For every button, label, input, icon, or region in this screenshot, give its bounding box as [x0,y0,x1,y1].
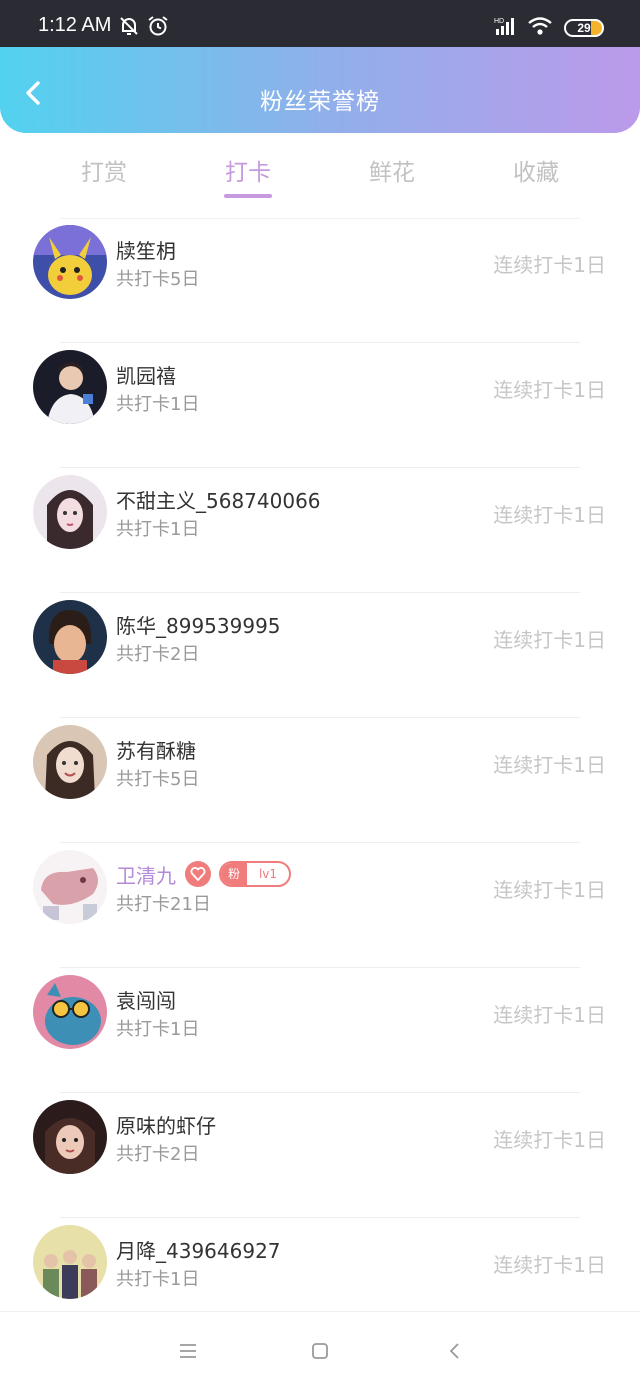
fan-list: 牍笙枂 共打卡5日 连续打卡1日 凯园禧 共打卡1日 连续打卡1日 不甜主义_5… [0,218,640,1343]
total-checkins: 共打卡5日 [116,269,200,290]
svg-text:HD: HD [494,18,504,25]
bell-off-icon [120,17,138,35]
list-item[interactable]: 牍笙枂 共打卡5日 连续打卡1日 [0,218,640,343]
streak-checkins: 连续打卡1日 [493,753,606,777]
alarm-icon [148,16,168,36]
fan-name: 月降_439646927 [116,1238,281,1263]
fan-name: 凯园禧 [116,363,176,388]
back-icon[interactable] [440,1336,470,1366]
streak-checkins: 连续打卡1日 [493,253,606,277]
tab-favorites[interactable]: 收藏 [476,153,596,187]
list-item[interactable]: 卫清九 粉 lv1 共打卡21日 连续打卡1日 [0,843,640,968]
tab-reward[interactable]: 打赏 [44,153,164,187]
avatar[interactable] [33,600,107,674]
avatar[interactable] [33,1225,107,1299]
fan-name: 牍笙枂 [116,238,176,263]
tab-bar: 打赏 打卡 鲜花 收藏 [0,133,640,213]
list-item[interactable]: 凯园禧 共打卡1日 连续打卡1日 [0,343,640,468]
list-item[interactable]: 苏有酥糖 共打卡5日 连续打卡1日 [0,718,640,843]
fan-name: 袁闯闯 [116,988,176,1013]
streak-checkins: 连续打卡1日 [493,628,606,652]
tab-checkin[interactable]: 打卡 [188,153,308,187]
fan-name: 陈华_899539995 [116,613,281,638]
total-checkins: 共打卡21日 [116,894,211,915]
streak-checkins: 连续打卡1日 [493,878,606,902]
total-checkins: 共打卡2日 [116,1144,200,1165]
total-checkins: 共打卡1日 [116,394,200,415]
list-item[interactable]: 陈华_899539995 共打卡2日 连续打卡1日 [0,593,640,718]
wifi-icon [528,17,552,35]
streak-checkins: 连续打卡1日 [493,1128,606,1152]
avatar[interactable] [33,475,107,549]
avatar[interactable] [33,850,107,924]
total-checkins: 共打卡1日 [116,519,200,540]
page-title: 粉丝荣誉榜 [260,89,380,115]
avatar[interactable] [33,1100,107,1174]
fan-badge-label: 粉 [221,863,247,885]
home-icon[interactable] [305,1336,335,1366]
fan-name: 不甜主义_568740066 [116,488,321,513]
total-checkins: 共打卡5日 [116,769,200,790]
fan-name: 原味的虾仔 [116,1113,216,1138]
header-bar: 粉丝荣誉榜 [0,47,640,133]
list-item[interactable]: 袁闯闯 共打卡1日 连续打卡1日 [0,968,640,1093]
tab-flowers[interactable]: 鲜花 [332,153,452,187]
system-nav-bar [0,1311,640,1387]
total-checkins: 共打卡1日 [116,1269,200,1290]
avatar[interactable] [33,225,107,299]
heart-badge-icon [185,861,211,887]
fan-name: 苏有酥糖 [116,738,196,763]
streak-checkins: 连续打卡1日 [493,1003,606,1027]
total-checkins: 共打卡2日 [116,644,200,665]
total-checkins: 共打卡1日 [116,1019,200,1040]
list-item[interactable]: 原味的虾仔 共打卡2日 连续打卡1日 [0,1093,640,1218]
signal-icon: HD [494,18,514,35]
status-bar: 1:12 AM HD 29 [0,0,640,47]
avatar[interactable] [33,350,107,424]
fan-name: 卫清九 [116,863,176,888]
avatar[interactable] [33,725,107,799]
avatar[interactable] [33,975,107,1049]
streak-checkins: 连续打卡1日 [493,378,606,402]
streak-checkins: 连续打卡1日 [493,503,606,527]
menu-icon[interactable] [173,1336,203,1366]
active-tab-indicator [224,194,272,198]
fan-badge-level: lv1 [258,867,278,881]
streak-checkins: 连续打卡1日 [493,1253,606,1277]
list-item[interactable]: 不甜主义_568740066 共打卡1日 连续打卡1日 [0,468,640,593]
status-time: 1:12 AM [38,14,112,36]
fan-level-badge: 粉 lv1 [219,861,291,887]
battery-indicator: 29 [564,19,604,37]
